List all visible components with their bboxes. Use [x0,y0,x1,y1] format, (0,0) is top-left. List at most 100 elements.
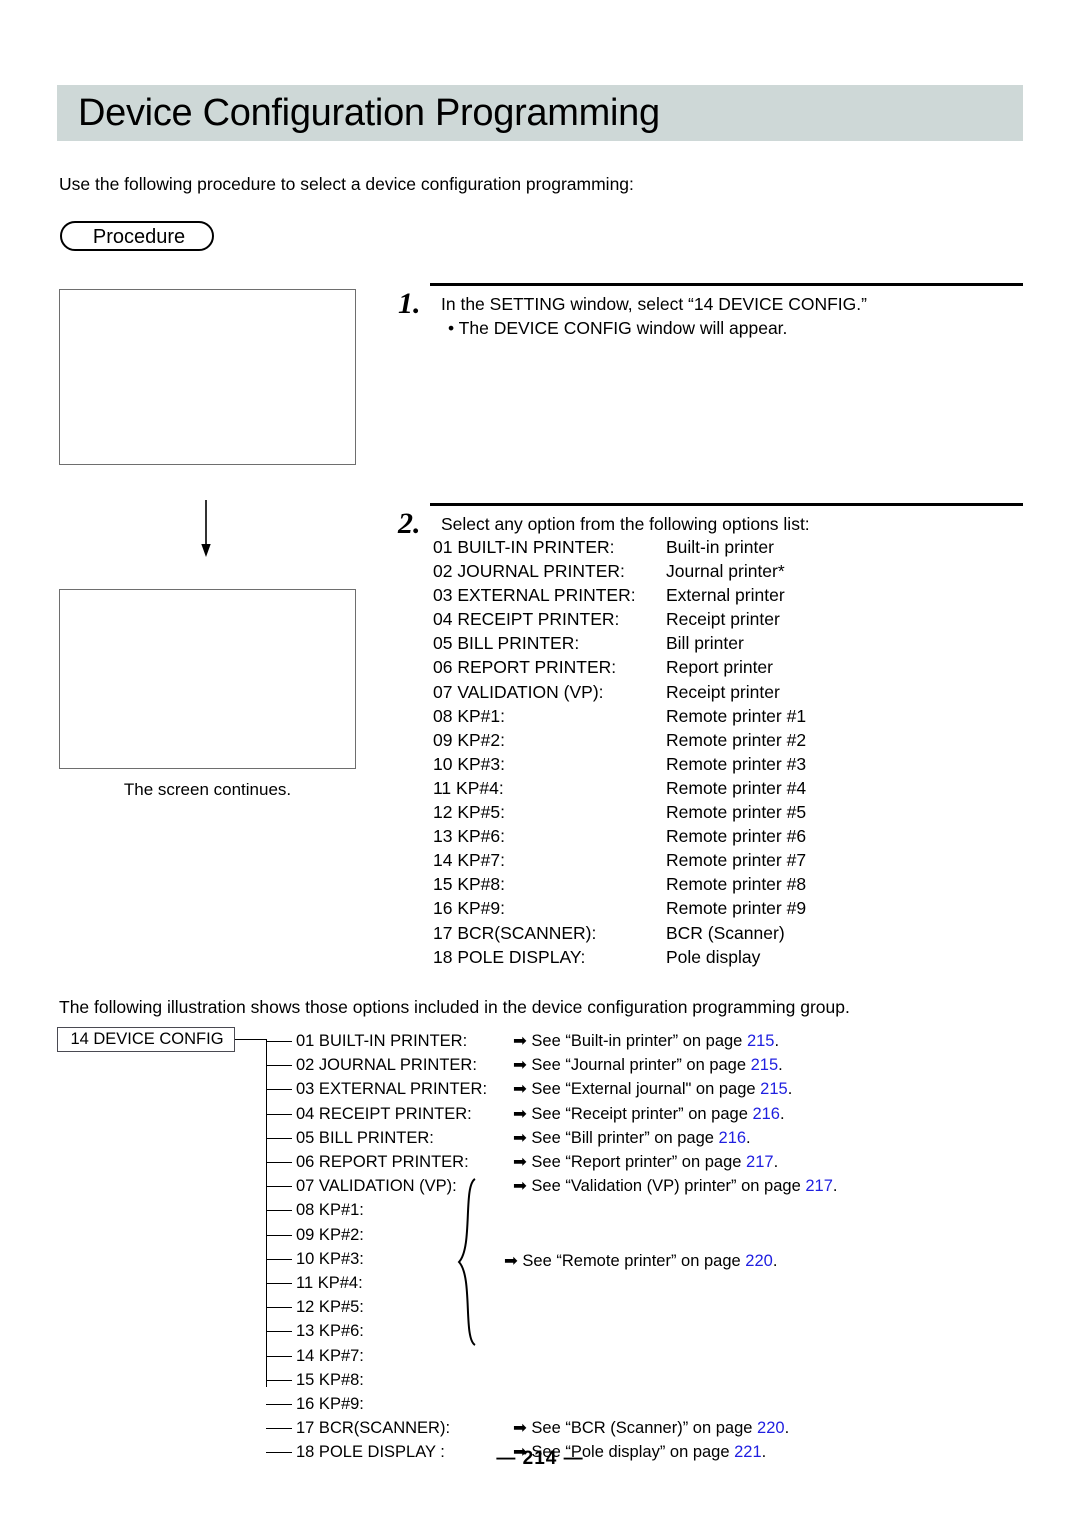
tree-option-label: 08 KP#1: [296,1201,364,1220]
tree-grouped-reference: ➡ See “Remote printer” on page 220. [504,1249,777,1273]
tree-row: 07 VALIDATION (VP): ➡ See “Validation (VP… [266,1174,1006,1198]
option-description: Remote printer #7 [666,850,807,871]
tree-branch-line [266,1162,292,1163]
tree-cross-reference[interactable]: ➡ See “External journal" on page 215. [513,1077,792,1101]
device-config-tree-diagram: 14 DEVICE CONFIG 01 BUILT-IN PRINTER: ➡ S… [57,1027,1017,1461]
tree-row: 16 KP#9: [266,1392,1006,1416]
option-description: Receipt printer [666,609,780,630]
procedure-label-text: Procedure [92,226,186,248]
tree-row: 17 BCR(SCANNER): ➡ See “BCR (Scanner)” on… [266,1416,1006,1440]
option-row: 01 BUILT-IN PRINTER: Built-in printer [433,535,806,559]
tree-row: 14 KP#7: [266,1344,1006,1368]
option-description: Built-in printer [666,537,774,557]
tree-branch-line [266,1210,292,1212]
reference-period: . [772,1252,778,1270]
tree-cross-reference[interactable]: ➡ See “Built-in printer” on page 215. [513,1029,779,1053]
tree-row: 06 REPORT PRINTER: ➡ See “Report printer”… [266,1150,1006,1174]
tree-row: 13 KP#6: [266,1319,1006,1343]
option-description: Remote printer #1 [666,705,807,726]
option-description: Remote printer #8 [666,874,807,895]
tree-option-label: 03 EXTERNAL PRINTER: [296,1080,488,1099]
reference-text: ➡ See “Report printer” on page [513,1153,747,1171]
option-description: BCR (Scanner) [666,922,785,943]
page-number-link[interactable]: 215 [760,1080,788,1098]
device-options-list: 01 BUILT-IN PRINTER: Built-in printer 02 J… [433,535,806,969]
option-code: 10 KP#3: [433,753,505,774]
tree-branch-line [266,1404,292,1405]
screen-illustration-1 [59,289,356,465]
tree-cross-reference[interactable]: ➡ See “Journal printer” on page 215. [513,1053,783,1077]
reference-text: ➡ See “BCR (Scanner)” on page [513,1419,758,1438]
tree-cross-reference[interactable]: ➡ See “BCR (Scanner)” on page 220. [513,1416,789,1440]
option-description: Remote printer #9 [666,898,807,919]
option-row: 11 KP#4: Remote printer #4 [433,776,806,800]
option-code: 15 KP#8: [433,874,505,895]
tree-branch-line [266,1331,292,1333]
option-row: 18 POLE DISPLAY: Pole display [433,945,806,969]
footer-page-number: — 214 — [496,1448,584,1469]
tree-option-label: 17 BCR(SCANNER): [296,1419,451,1438]
tree-option-label: 09 KP#2: [296,1225,364,1244]
option-code: 18 POLE DISPLAY: [433,946,586,967]
tree-branch-line [266,1428,292,1430]
page-number-link[interactable]: 220 [757,1419,785,1437]
option-row: 09 KP#2: Remote printer #2 [433,728,806,752]
tree-branch-line [266,1234,292,1236]
reference-period: . [778,1056,783,1075]
option-row: 02 JOURNAL PRINTER: Journal printer* [433,559,806,583]
step-sub-text: • The DEVICE CONFIG window will appear. [448,318,788,338]
tree-option-label: 02 JOURNAL PRINTER: [296,1056,477,1075]
option-description: Remote printer #4 [666,777,807,798]
option-row: 16 KP#9: Remote printer #9 [433,896,806,920]
reference-text: ➡ See “Journal printer” on page [513,1056,751,1075]
reference-text: ➡ See “Validation (VP) printer” on page [513,1177,806,1196]
option-row: 08 KP#1: Remote printer #1 [433,704,806,728]
option-code: 13 KP#6: [433,826,505,847]
step-number: 2. [398,507,421,540]
tree-cross-reference[interactable]: ➡ See “Report printer” on page 217. [513,1150,778,1174]
option-code: 11 KP#4: [433,777,504,798]
tree-branch-line [266,1137,292,1139]
option-code: 16 KP#9: [433,898,505,919]
page-number-link[interactable]: 216 [719,1129,747,1147]
page-number-link[interactable]: 217 [805,1177,833,1195]
tree-row: 02 JOURNAL PRINTER: ➡ See “Journal printe… [266,1053,1006,1077]
tree-cross-reference[interactable]: ➡ See “Receipt printer” on page 216. [513,1102,785,1126]
tree-cross-reference[interactable]: ➡ See “Bill printer” on page 216. [513,1126,751,1150]
page-number-link[interactable]: 216 [752,1105,780,1123]
step-divider-rule [430,503,1023,506]
option-description: Bill printer [666,633,744,654]
reference-period: . [774,1032,780,1050]
tree-branch-line [266,1186,292,1188]
option-description: Remote printer #2 [666,729,807,750]
step-main-text: In the SETTING window, select “14 DEVICE… [441,294,867,314]
option-row: 10 KP#3: Remote printer #3 [433,752,806,776]
page-number-link[interactable]: 217 [746,1153,774,1171]
reference-text: ➡ See “Bill printer” on page [513,1128,719,1147]
procedure-section-label: Procedure [60,221,214,251]
option-code: 04 RECEIPT PRINTER: [433,609,620,630]
option-row: 03 EXTERNAL PRINTER: External printer [433,583,806,607]
reference-text: ➡ See “Receipt printer” on page [513,1104,753,1123]
step-body: In the SETTING window, select “14 DEVICE… [441,292,867,340]
page-number-link[interactable]: 215 [747,1032,775,1050]
tree-option-label: 10 KP#3: [296,1249,364,1268]
option-description: Journal printer* [666,561,785,582]
page-number-link[interactable]: 215 [751,1056,779,1074]
illustration-intro-paragraph: The following illustration shows those o… [59,997,850,1017]
option-code: 01 BUILT-IN PRINTER: [433,537,615,557]
tree-row: 09 KP#2: [266,1223,1006,1247]
option-row: 04 RECEIPT PRINTER: Receipt printer [433,607,806,631]
option-row: 12 KP#5: Remote printer #5 [433,800,806,824]
reference-period: . [779,1104,785,1123]
tree-branch-line [266,1283,292,1284]
tree-option-label: 12 KP#5: [296,1298,364,1317]
tree-cross-reference[interactable]: ➡ See “Validation (VP) printer” on page … [513,1174,837,1198]
tree-branch-line [266,1307,292,1309]
option-row: 05 BILL PRINTER: Bill printer [433,631,806,655]
option-description: Pole display [666,946,761,967]
option-description: Remote printer #6 [666,826,807,847]
page-number-link[interactable]: 220 [745,1252,773,1270]
option-code: 05 BILL PRINTER: [433,633,580,654]
tree-row: 15 KP#8: [266,1368,1006,1392]
